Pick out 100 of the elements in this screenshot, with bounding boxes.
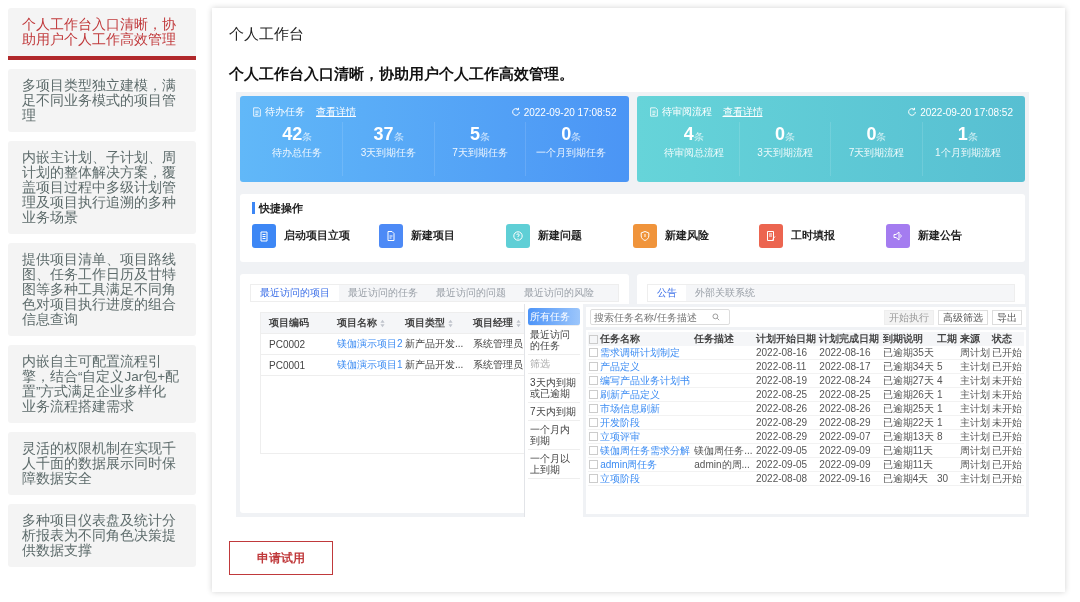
nav-item[interactable]: 最近访问的任务 (528, 326, 580, 355)
checkbox[interactable] (589, 460, 598, 470)
nav-item[interactable]: 一个月以上到期 (528, 450, 580, 479)
table-cell: 2022-08-08 (755, 472, 808, 484)
nav-item[interactable]: 7天内到期 (528, 403, 580, 421)
task-link[interactable]: 需求调研计划制定 (600, 346, 681, 358)
action-label[interactable]: 新建公告 (918, 229, 963, 243)
column-header: 任务名称 (600, 333, 641, 344)
feature-tab[interactable]: 提供项目清单、项目路线图、任务工作日历及甘特图等多种工具满足不同角色对项目执行进度的组合信息查询 (8, 243, 196, 336)
table-cell: 30 (937, 472, 949, 484)
checkbox[interactable] (589, 432, 598, 442)
stat-label: 1个月到期流程 (935, 146, 1001, 160)
table-cell: 2022-08-11 (755, 360, 807, 372)
checkbox[interactable] (589, 362, 598, 372)
feature-tab[interactable]: 个人工作台入口清晰，协助用户个人工作高效管理 (8, 8, 196, 60)
search-icon[interactable] (712, 313, 720, 321)
sort-icon[interactable] (380, 318, 385, 328)
checkbox[interactable] (589, 376, 598, 386)
table-cell: 2022-08-19 (755, 374, 808, 386)
column-header[interactable]: 项目名称 (337, 316, 385, 330)
search-field[interactable]: 搜索任务名称/任务描述 (590, 309, 730, 325)
task-link[interactable]: admin周任务 (600, 458, 658, 470)
task-link[interactable]: 编写产品业务计划书 (600, 374, 691, 386)
stat-unit: 条 (693, 131, 704, 144)
action-label[interactable]: 新建风险 (664, 229, 709, 243)
checkbox[interactable] (589, 446, 598, 456)
nav-item[interactable]: 3天内到期或已逾期 (528, 374, 580, 403)
refresh-icon[interactable] (907, 107, 918, 117)
table-cell: 2022-08-17 (819, 360, 871, 372)
table-cell: 已逾期35天 (882, 346, 934, 358)
card-title: 待办任务 (265, 105, 305, 119)
table-cell: 周计划 (959, 458, 990, 470)
file-icon[interactable] (378, 224, 403, 248)
column-header: 计划完成日期 (819, 333, 880, 344)
table-cell: 系统管理员 (473, 337, 523, 351)
action-label[interactable]: 新建问题 (537, 229, 582, 243)
table-cell: 主计划 (959, 416, 990, 428)
table-cell: 未开始 (992, 402, 1023, 414)
form-icon[interactable] (759, 224, 784, 248)
table-cell: 2022-08-26 (819, 402, 871, 414)
project-link[interactable]: 镁伽演示项目1 (337, 358, 403, 372)
shield-icon[interactable] (632, 224, 657, 248)
toolbar-button[interactable]: 导出 (992, 309, 1022, 325)
table-cell: 未开始 (992, 374, 1023, 386)
table-cell: 主计划 (959, 472, 990, 484)
feature-tab[interactable]: 内嵌主计划、子计划、周计划的整体解决方案，覆盖项目过程中多级计划管理及项目执行追溯的多种业务场景 (8, 141, 196, 234)
checkbox[interactable] (589, 418, 598, 428)
card-title: 待审阅流程 (661, 105, 712, 119)
headline: 个人工作台入口清晰，协助用户个人工作高效管理。 (229, 65, 575, 84)
question-icon[interactable] (505, 224, 530, 248)
speaker-icon[interactable] (886, 224, 911, 248)
timestamp: 2022-09-20 17:08:52 (920, 106, 1013, 118)
task-link[interactable]: 市场信息刷新 (600, 402, 661, 414)
table-cell: 新产品开发... (405, 337, 464, 351)
table-cell: 主计划 (959, 402, 990, 414)
tab[interactable]: 公告 (647, 285, 686, 301)
checkbox[interactable] (589, 390, 598, 400)
nav-item[interactable]: 一个月内到期 (528, 421, 580, 450)
stat-unit: 条 (479, 131, 490, 144)
table-cell: PC0002 (269, 338, 306, 350)
apply-button[interactable]: 申请试用 (229, 541, 333, 575)
document-icon (648, 107, 659, 117)
task-link[interactable]: 产品定义 (600, 360, 641, 372)
stat-value: 37 (373, 123, 394, 146)
column-header[interactable]: 项目类型 (405, 316, 453, 330)
stat-unit: 条 (876, 130, 887, 144)
feature-tab[interactable]: 多种项目仪表盘及统计分析报表为不同角色决策提供数据支撑 (8, 504, 196, 567)
column-header[interactable]: 项目经理 (473, 316, 521, 330)
stat-value: 0 (775, 123, 786, 146)
clipboard-icon[interactable] (252, 224, 276, 248)
action-label[interactable]: 启动项目立项 (284, 229, 350, 243)
task-link[interactable]: 开发阶段 (600, 416, 641, 428)
stat-value: 1 (957, 123, 968, 146)
toolbar-button[interactable]: 高级筛选 (938, 309, 988, 325)
table-cell: 周计划 (959, 444, 990, 456)
feature-tab[interactable]: 多项目类型独立建模，满足不同业务模式的项目管理 (8, 69, 196, 132)
column-header: 项目编码 (269, 316, 309, 330)
tab[interactable]: 最近访问的项目 (251, 285, 339, 301)
page-title: 个人工作台 (229, 25, 305, 44)
feature-tab[interactable]: 内嵌自主可配置流程引擎，结合“自定义Jar包+配置”方式满足企业多样化业务流程搭建需求 (8, 345, 196, 423)
table-cell: 2022-08-16 (819, 346, 871, 358)
refresh-icon[interactable] (510, 107, 521, 117)
task-link[interactable]: 立项评审 (600, 430, 641, 442)
task-link[interactable]: 立项阶段 (600, 472, 641, 484)
table-cell: 系统管理员 (473, 358, 523, 372)
sort-icon[interactable] (516, 318, 521, 328)
checkbox[interactable] (589, 404, 598, 414)
project-link[interactable]: 镁伽演示项目2 (337, 337, 403, 351)
table-cell: 2022-08-25 (755, 388, 808, 400)
sort-icon[interactable] (448, 318, 453, 328)
action-label[interactable]: 工时填报 (791, 229, 836, 243)
table-cell: 2022-08-29 (755, 416, 808, 428)
task-link[interactable]: 镁伽周任务需求分解 (600, 444, 691, 456)
action-label[interactable]: 新建项目 (410, 229, 455, 243)
checkbox[interactable] (589, 348, 598, 358)
task-link[interactable]: 刷新产品定义 (600, 388, 661, 400)
feature-tab[interactable]: 灵活的权限机制在实现千人千面的数据展示同时保障数据安全 (8, 432, 196, 495)
table-cell: 主计划 (959, 388, 990, 400)
checkbox[interactable] (589, 474, 598, 484)
checkbox[interactable] (589, 335, 598, 345)
